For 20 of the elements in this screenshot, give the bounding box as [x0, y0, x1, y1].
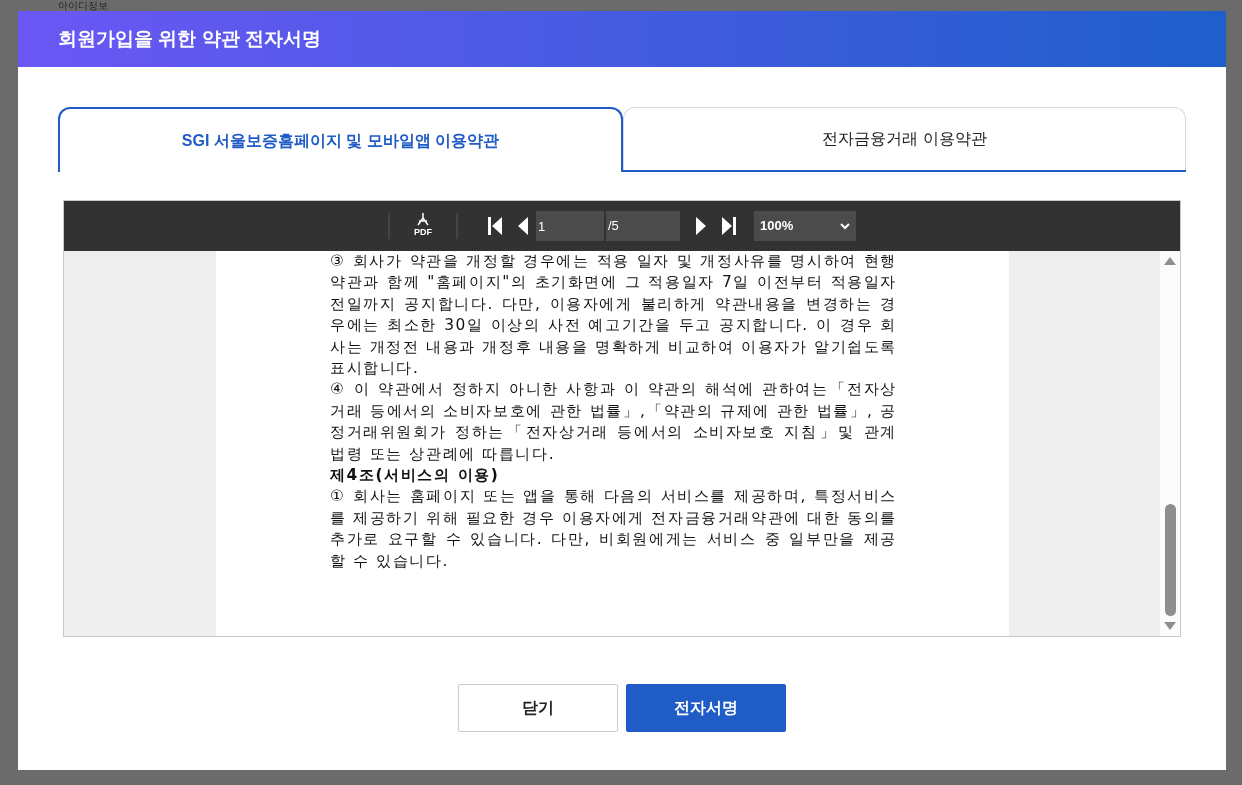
page-number-field[interactable]: 1 — [536, 211, 604, 241]
dialog-title: 회원가입을 위한 약관 전자서명 — [18, 11, 1226, 67]
sign-button[interactable]: 전자서명 — [626, 684, 786, 732]
scroll-up-icon[interactable] — [1164, 257, 1176, 265]
tab[interactable]: 전자금융거래 이용약관 — [623, 107, 1186, 170]
scroll-down-icon[interactable] — [1164, 622, 1176, 630]
page-title: 아이디정보 — [58, 0, 108, 11]
scrollbar[interactable] — [1160, 251, 1180, 636]
section-heading: 제4조(서비스의 이용) — [330, 465, 501, 487]
zoom-select[interactable]: 100% — [754, 211, 856, 241]
pdf-download-button[interactable]: PDF — [390, 212, 456, 240]
paragraph: ① 회사는 홈페이지 또는 앱을 통해 다음의 서비스를 제공하며, 특정서비스를 제공하기 위해 필요한 경우 이용자에게 전자금융거래약관에 대한 동의를 추가로 요구할 수 있습니다. 다만, 비회원에게는 서비스 중 일부만을 제공할 수 있습니다. — [330, 486, 897, 572]
page-total: /5 — [606, 211, 680, 241]
close-button[interactable]: 닫기 — [458, 684, 618, 732]
tab[interactable]: SGI 서울보증홈페이지 및 모바일앱 이용약관 — [58, 107, 623, 172]
paragraph: ④ 이 약관에서 정하지 아니한 사항과 이 약관의 해석에 관하여는「전자상거래 등에서의 소비자보호에 관한 법률」,「약관의 규제에 관한 법률」, 공정거래위원회가 정하는「전자상거래 등에서의 소비자보호 지침」및 관계 법령 또는 상관례에 따릅니다. — [330, 379, 897, 465]
chevron-down-icon — [840, 222, 850, 230]
scrollbar-thumb[interactable] — [1164, 504, 1176, 616]
paragraph: ③ 회사가 약관을 개정할 경우에는 적용 일자 및 개정사유를 명시하여 현행 약관과 함께 "홈페이지"의 초기화면에 그 적용일자 7일 이전부터 적용일자 전일까지 공지합니다. 다만, 이용자에게 불리하게 약관내용을 변경하는 경우에는 최소한 30일 이상의 사전 예고기간을 두고 공지합니다. 이 경우 회사는 개정전 내용과 개정후 내용을 명확하게 비교하여 이용자가 알기쉽도록 표시합니다. — [330, 251, 897, 380]
pdf-icon — [416, 212, 430, 227]
